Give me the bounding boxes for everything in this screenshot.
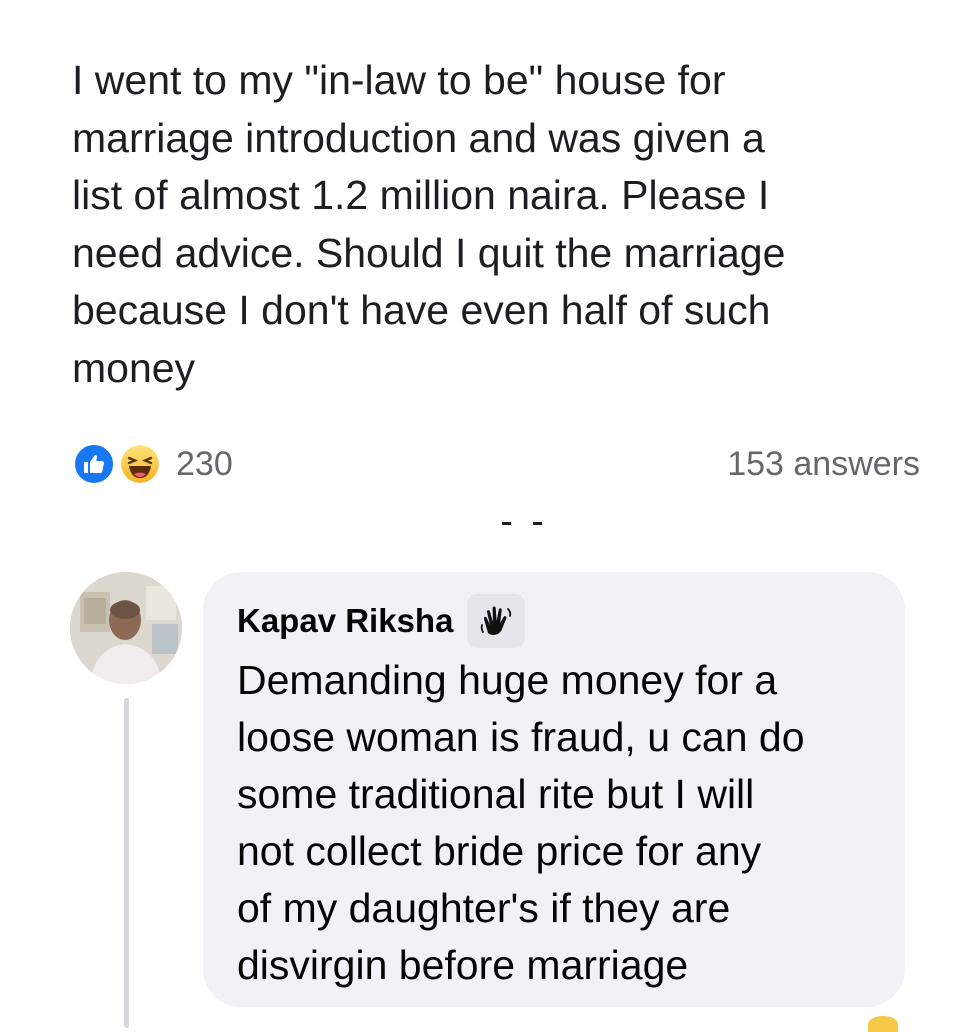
partial-reaction-icon <box>868 1016 898 1032</box>
thread-line <box>124 698 129 1028</box>
reaction-count: 230 <box>176 444 233 483</box>
avatar[interactable] <box>70 572 182 684</box>
haha-icon <box>118 442 162 486</box>
comment-author-name[interactable]: Kapav Riksha <box>237 602 453 640</box>
reactions-summary[interactable]: 230 <box>72 439 233 489</box>
comment-bubble: Kapav Riksha Demanding huge money for a … <box>203 572 905 1007</box>
waving-hand-icon[interactable] <box>467 594 526 648</box>
comment-header: Kapav Riksha <box>237 594 526 648</box>
post-text: I went to my "in-law to be" house for ma… <box>72 57 786 391</box>
post-footer: 230 153 answers <box>72 438 920 490</box>
comment-text: Demanding huge money for a loose woman i… <box>237 657 805 988</box>
reaction-icons <box>72 439 168 489</box>
answers-count-link[interactable]: 153 answers <box>727 445 920 484</box>
like-icon <box>72 442 116 486</box>
collapsed-divider <box>502 522 542 528</box>
